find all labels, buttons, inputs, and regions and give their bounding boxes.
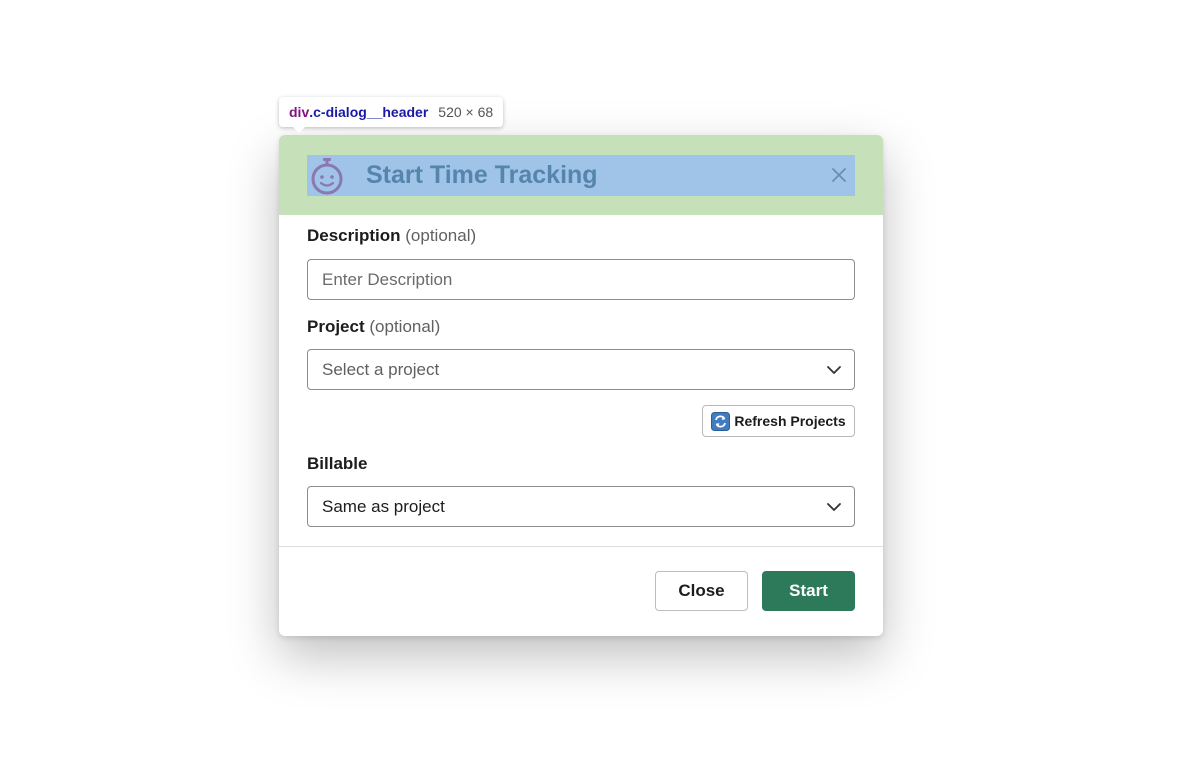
billable-label-text: Billable bbox=[307, 454, 368, 473]
billable-select-value: Same as project bbox=[322, 496, 445, 516]
stopwatch-icon bbox=[307, 155, 347, 196]
description-field[interactable] bbox=[307, 259, 856, 300]
close-button[interactable]: Close bbox=[655, 571, 748, 611]
tooltip-dimensions: 520 × 68 bbox=[438, 104, 494, 120]
start-button[interactable]: Start bbox=[762, 571, 855, 611]
refresh-projects-label: Refresh Projects bbox=[734, 413, 846, 429]
description-label-text: Description bbox=[307, 226, 401, 245]
chevron-down-icon bbox=[826, 500, 842, 514]
refresh-icon bbox=[711, 411, 731, 431]
dialog-title: Start Time Tracking bbox=[366, 161, 598, 189]
chevron-down-icon bbox=[826, 363, 842, 377]
inspector-tooltip: div .c-dialog__header 520 × 68 bbox=[279, 97, 504, 133]
tooltip-class: .c-dialog__header bbox=[309, 104, 429, 120]
billable-select[interactable]: Same as project bbox=[307, 486, 855, 527]
billable-label: Billable bbox=[307, 454, 367, 474]
project-label: Project (optional) bbox=[307, 317, 440, 337]
refresh-projects-button[interactable]: Refresh Projects bbox=[702, 405, 855, 437]
dialog-header-content: Start Time Tracking bbox=[307, 155, 855, 196]
close-icon[interactable] bbox=[827, 163, 851, 187]
footer-divider bbox=[279, 546, 883, 547]
project-label-text: Project bbox=[307, 317, 365, 336]
start-time-tracking-dialog: Start Time Tracking Description (optiona… bbox=[279, 135, 883, 636]
dialog-header: Start Time Tracking bbox=[279, 135, 883, 215]
project-select[interactable]: Select a project bbox=[307, 349, 855, 390]
project-select-placeholder: Select a project bbox=[322, 359, 440, 379]
description-input[interactable] bbox=[308, 260, 856, 299]
tooltip-tag: div bbox=[289, 104, 310, 120]
description-label: Description (optional) bbox=[307, 226, 476, 246]
project-optional-text: (optional) bbox=[369, 317, 441, 336]
description-optional-text: (optional) bbox=[405, 226, 477, 245]
